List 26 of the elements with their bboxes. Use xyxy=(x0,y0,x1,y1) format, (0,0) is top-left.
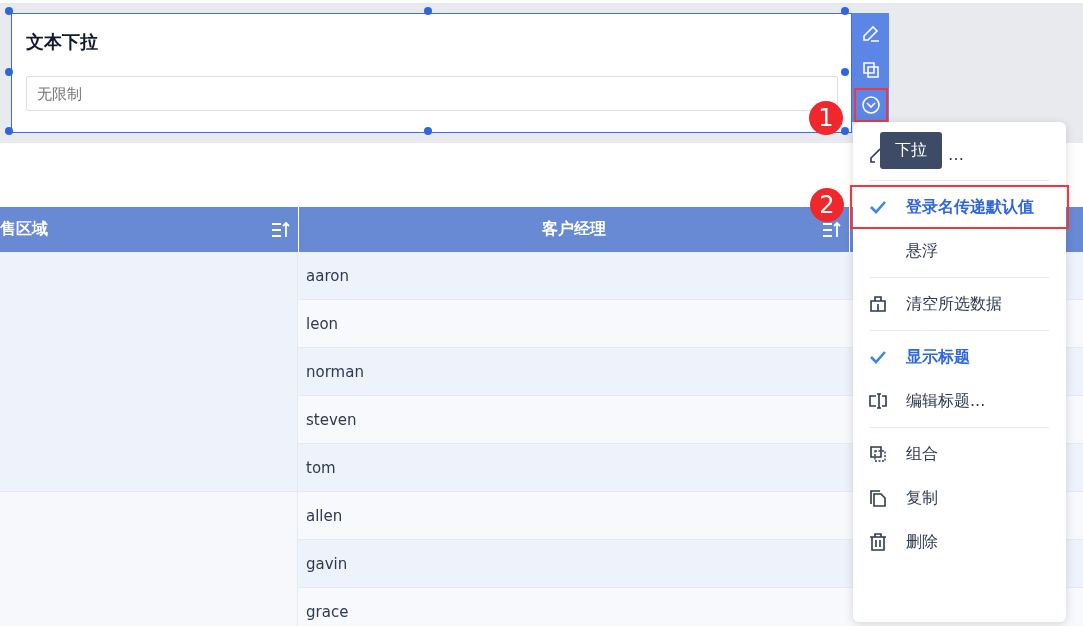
group-icon xyxy=(868,444,888,464)
resize-handle[interactable] xyxy=(424,7,432,15)
chevron-circle-icon xyxy=(860,95,881,116)
sort-icon[interactable] xyxy=(821,220,841,240)
resize-handle[interactable] xyxy=(424,127,432,135)
menu-item[interactable]: 登录名传递默认值 xyxy=(906,196,1034,218)
menu-item[interactable]: 显示标题 xyxy=(906,346,970,368)
resize-handle[interactable] xyxy=(841,127,849,135)
trash-icon xyxy=(868,532,888,552)
resize-handle[interactable] xyxy=(5,68,13,76)
dropdown-button[interactable] xyxy=(853,88,888,122)
tooltip: 下拉 xyxy=(880,132,942,169)
widget-title: 文本下拉 xyxy=(26,30,99,54)
pencil-icon xyxy=(860,23,881,44)
text-cursor-icon xyxy=(868,391,888,411)
resize-handle[interactable] xyxy=(5,7,13,15)
resize-handle[interactable] xyxy=(841,68,849,76)
resize-handle[interactable] xyxy=(841,7,849,15)
resize-handle[interactable] xyxy=(5,127,13,135)
briefcase-icon xyxy=(868,294,888,314)
callout-badge: 2 xyxy=(810,188,844,222)
menu-item[interactable]: 组合 xyxy=(906,443,938,465)
copy-icon xyxy=(868,488,888,508)
menu-item[interactable]: … xyxy=(948,144,964,164)
copy-icon xyxy=(860,59,881,80)
sort-icon[interactable] xyxy=(270,220,290,240)
